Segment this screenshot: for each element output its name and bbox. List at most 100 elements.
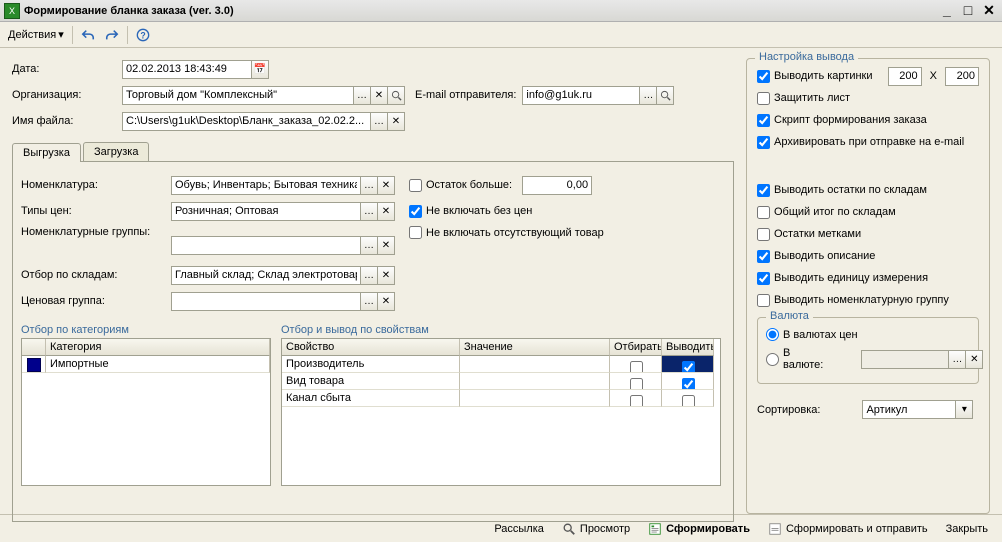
form-and-send-button[interactable]: Сформировать и отправить — [762, 520, 934, 538]
stock-by-wh-checkbox[interactable] — [757, 184, 770, 197]
pic-height-input[interactable] — [945, 67, 979, 86]
filename-input[interactable] — [122, 112, 371, 131]
preview-button[interactable]: Просмотр — [556, 520, 636, 538]
sort-dropdown-button[interactable]: ▾ — [956, 400, 973, 419]
currency-input — [861, 350, 949, 369]
bywarehouse-clear-button[interactable]: ✕ — [378, 266, 395, 285]
email-search-button[interactable] — [657, 86, 674, 105]
table-row[interactable]: Канал сбыта — [282, 390, 720, 407]
property-table[interactable]: Свойство Значение Отбирать Выводить Прои… — [281, 338, 721, 486]
prop-cell: Производитель — [282, 356, 460, 373]
close-button[interactable]: ✕ — [980, 2, 998, 19]
protect-checkbox[interactable] — [757, 92, 770, 105]
tab-strip: Выгрузка Загрузка — [12, 142, 734, 162]
form-button[interactable]: Сформировать — [642, 520, 756, 538]
balance-input[interactable] — [522, 176, 592, 195]
currency-legend: Валюта — [766, 310, 813, 322]
sort-label: Сортировка: — [757, 404, 820, 416]
select-checkbox[interactable] — [630, 361, 643, 373]
pricetypes-clear-button[interactable]: ✕ — [378, 202, 395, 221]
prop-col-out: Выводить — [662, 339, 714, 356]
date-input[interactable] — [122, 60, 252, 79]
show-desc-label: Выводить описание — [774, 250, 875, 262]
val-cell — [460, 390, 610, 407]
actions-menu[interactable]: Действия ▾ — [4, 26, 68, 43]
pricetypes-select-button[interactable]: … — [361, 202, 378, 221]
pic-x-label: X — [930, 70, 937, 82]
filename-label: Имя файла: — [12, 115, 122, 127]
output-checkbox[interactable] — [682, 378, 695, 390]
minimize-button[interactable]: _ — [938, 2, 956, 18]
cat-section-title: Отбор по категориям — [21, 324, 271, 336]
email-label: E-mail отправителя: — [415, 89, 516, 101]
stock-marks-checkbox[interactable] — [757, 228, 770, 241]
archive-checkbox[interactable] — [757, 136, 770, 149]
curr-in-radio[interactable] — [766, 353, 779, 366]
tab-import[interactable]: Загрузка — [83, 142, 149, 161]
bywarehouse-select-button[interactable]: … — [361, 266, 378, 285]
date-picker-button[interactable]: 📅 — [252, 60, 269, 79]
org-search-button[interactable] — [388, 86, 405, 105]
filename-clear-button[interactable]: ✕ — [388, 112, 405, 131]
bywarehouse-input[interactable] — [171, 266, 361, 285]
window-title: Формирование бланка заказа (ver. 3.0) — [24, 5, 938, 17]
pricetypes-input[interactable] — [171, 202, 361, 221]
date-label: Дата: — [12, 63, 122, 75]
help-button[interactable]: ? — [132, 25, 154, 45]
nomengroups-input[interactable] — [171, 236, 361, 255]
stock-marks-label: Остатки метками — [774, 228, 861, 240]
maximize-button[interactable]: □ — [959, 2, 977, 18]
table-row[interactable]: Вид товара — [282, 373, 720, 390]
val-cell — [460, 356, 610, 373]
select-checkbox[interactable] — [630, 378, 643, 390]
category-table[interactable]: Категория Импортные — [21, 338, 271, 486]
nomissing-checkbox[interactable] — [409, 226, 422, 239]
output-settings-group: Настройка вывода Выводить картинки X Защ… — [746, 58, 990, 514]
select-checkbox[interactable] — [630, 395, 643, 407]
email-select-button[interactable]: … — [640, 86, 657, 105]
org-input[interactable] — [122, 86, 354, 105]
tab-export[interactable]: Выгрузка — [12, 143, 81, 162]
nomengroups-clear-button[interactable]: ✕ — [378, 236, 395, 255]
prop-col-select: Отбирать — [610, 339, 662, 356]
org-clear-button[interactable]: ✕ — [371, 86, 388, 105]
currency-select-button[interactable]: … — [949, 350, 966, 369]
pricegroup-select-button[interactable]: … — [361, 292, 378, 311]
showpics-label: Выводить картинки — [774, 70, 884, 82]
email-input[interactable] — [522, 86, 640, 105]
output-checkbox[interactable] — [682, 395, 695, 407]
nomengroups-select-button[interactable]: … — [361, 236, 378, 255]
org-select-button[interactable]: … — [354, 86, 371, 105]
table-row[interactable]: Производитель — [282, 356, 720, 373]
currency-clear-button[interactable]: ✕ — [966, 350, 983, 369]
undo-button[interactable] — [77, 25, 99, 45]
show-unit-checkbox[interactable] — [757, 272, 770, 285]
mailing-button[interactable]: Рассылка — [488, 521, 550, 537]
total-by-wh-label: Общий итог по складам — [774, 206, 896, 218]
nomen-input[interactable] — [171, 176, 361, 195]
script-checkbox[interactable] — [757, 114, 770, 127]
show-nomengroup-checkbox[interactable] — [757, 294, 770, 307]
output-checkbox[interactable] — [682, 361, 695, 373]
redo-button[interactable] — [101, 25, 123, 45]
close-form-button[interactable]: Закрыть — [940, 521, 994, 537]
sort-input[interactable] — [862, 400, 956, 419]
protect-label: Защитить лист — [774, 92, 850, 104]
nomen-clear-button[interactable]: ✕ — [378, 176, 395, 195]
filename-select-button[interactable]: … — [371, 112, 388, 131]
script-label: Скрипт формирования заказа — [774, 114, 927, 126]
pricegroup-input[interactable] — [171, 292, 361, 311]
nomen-select-button[interactable]: … — [361, 176, 378, 195]
pricegroup-label: Ценовая группа: — [21, 295, 171, 307]
nopriceskip-checkbox[interactable] — [409, 205, 422, 218]
table-row[interactable]: Импортные — [22, 356, 270, 373]
total-by-wh-checkbox[interactable] — [757, 206, 770, 219]
pricegroup-clear-button[interactable]: ✕ — [378, 292, 395, 311]
curr-prices-radio[interactable] — [766, 328, 779, 341]
pic-width-input[interactable] — [888, 67, 922, 86]
show-desc-checkbox[interactable] — [757, 250, 770, 263]
balance-checkbox[interactable] — [409, 179, 422, 192]
showpics-checkbox[interactable] — [757, 70, 770, 83]
prop-cell: Вид товара — [282, 373, 460, 390]
app-icon: X — [4, 3, 20, 19]
